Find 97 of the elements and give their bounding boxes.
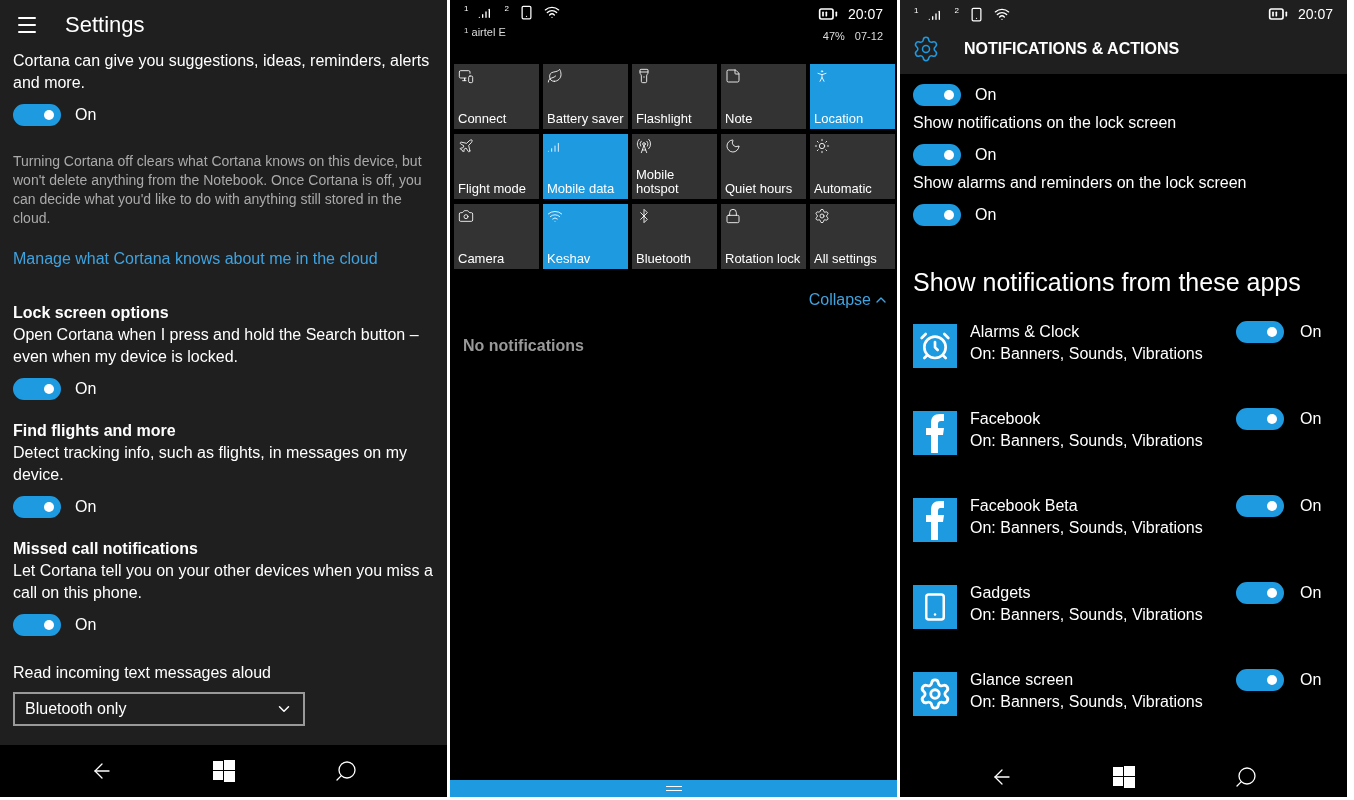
toggle-label: On (975, 86, 997, 104)
description-text: Open Cortana when I press and hold the Search button – even when my device is locked. (13, 325, 420, 367)
toggle-switch[interactable] (913, 84, 961, 106)
quick-action-tile[interactable]: Camera (454, 204, 539, 269)
quick-action-tile[interactable]: Quiet hours (721, 134, 806, 199)
toggle-switch[interactable] (1236, 408, 1284, 430)
facebook-logo-icon (925, 500, 945, 540)
toggle-label: On (1300, 323, 1322, 341)
collapse-button[interactable]: Collapse (808, 291, 889, 309)
dropdown[interactable]: Bluetooth only (13, 692, 305, 726)
field-label: Read incoming text messages aloud (13, 663, 272, 683)
sun-icon (814, 138, 830, 154)
toggle-label: On (75, 616, 97, 634)
page-title: NOTIFICATIONS & ACTIONS (964, 40, 1180, 58)
gear-icon (912, 35, 940, 63)
toggle-label: On (1300, 584, 1322, 602)
moon-icon (725, 138, 741, 154)
quick-action-tile[interactable]: Bluetooth (632, 204, 717, 269)
clock-text: 20:07 (1297, 6, 1333, 22)
carrier-text: 1 airtel E (464, 26, 506, 38)
battery-percent: 47% (822, 30, 845, 42)
wifi-icon (547, 208, 563, 224)
toggle-switch[interactable] (1236, 582, 1284, 604)
camera-icon (458, 208, 474, 224)
note-text: Turning Cortana off clears what Cortana knows on this device, but won't delete anything from the Notebook. Once Cortana is off, you can decide what you'd like to do with anything still stored in the cloud. (13, 152, 423, 228)
app-detail: On: Banners, Sounds, Vibrations (970, 344, 1204, 364)
handle-bar[interactable] (450, 780, 897, 797)
flashlight-icon (636, 68, 652, 84)
toggle-switch[interactable] (913, 204, 961, 226)
section-heading: Missed call notifications (13, 539, 199, 559)
section-heading: Show notifications from these apps (913, 268, 1302, 297)
antenna-icon (636, 138, 652, 154)
app-detail: On: Banners, Sounds, Vibrations (970, 431, 1204, 451)
app-name: Facebook Beta (970, 496, 1079, 516)
toggle-label: On (75, 380, 97, 398)
toggle-switch[interactable] (13, 104, 61, 126)
page-title: Settings (65, 12, 145, 38)
quick-action-tile[interactable]: Rotation lock (721, 204, 806, 269)
windows-icon[interactable] (1112, 765, 1135, 788)
toggle-switch[interactable] (1236, 495, 1284, 517)
note-icon (725, 68, 741, 84)
description-text: Let Cortana tell you on your other devices when you miss a call on this phone. (13, 561, 434, 603)
description-text: Detect tracking info, such as flights, in messages on my device. (13, 443, 408, 485)
app-name: Facebook (970, 409, 1042, 429)
app-name: Glance screen (970, 670, 1075, 690)
toggle-switch[interactable] (13, 614, 61, 636)
description-text: Cortana can give you suggestions, ideas, reminders, alerts and more. (13, 51, 431, 93)
section-heading: Find flights and more (13, 421, 177, 441)
phone-icon (968, 6, 984, 22)
quick-action-tile[interactable]: Flashlight (632, 64, 717, 129)
clock-text: 20:07 (847, 6, 883, 22)
empty-message: No notifications (463, 337, 585, 355)
toggle-switch[interactable] (1236, 669, 1284, 691)
quick-action-tile[interactable]: Note (721, 64, 806, 129)
lock-icon (725, 208, 741, 224)
settings-icon (814, 208, 830, 224)
manage-link[interactable]: Manage what Cortana knows about me in the cloud (13, 248, 434, 270)
alarm-clock-icon (919, 330, 951, 362)
quick-action-tile[interactable]: All settings (810, 204, 895, 269)
wifi-icon (543, 4, 560, 20)
app-name: Alarms & Clock (970, 322, 1081, 342)
app-detail: On: Banners, Sounds, Vibrations (970, 605, 1204, 625)
person-icon (814, 68, 830, 84)
toggle-label: On (975, 206, 997, 224)
devices-icon (458, 68, 474, 84)
quick-action-tile[interactable]: Battery saver (543, 64, 628, 129)
date-text: 07-12 (854, 30, 883, 42)
sim-number: 2 (504, 4, 509, 15)
sim-number: 2 (954, 6, 959, 17)
description-text: Show alarms and reminders on the lock screen (913, 173, 1248, 193)
quick-action-tile[interactable]: Connect (454, 64, 539, 129)
description-text: Show notifications on the lock screen (913, 113, 1178, 133)
quick-action-tile[interactable]: Automatic (810, 134, 895, 199)
facebook-logo-icon (925, 413, 945, 453)
app-detail: On: Banners, Sounds, Vibrations (970, 692, 1204, 712)
toggle-label: On (75, 498, 97, 516)
toggle-label: On (1300, 671, 1322, 689)
leaf-icon (547, 68, 563, 84)
toggle-switch[interactable] (913, 144, 961, 166)
sim-number: 1 (914, 6, 919, 17)
quick-action-tile[interactable]: Flight mode (454, 134, 539, 199)
toggle-switch[interactable] (1236, 321, 1284, 343)
windows-icon[interactable] (212, 760, 235, 782)
app-name: Gadgets (970, 583, 1032, 603)
toggle-label: On (1300, 497, 1322, 515)
toggle-switch[interactable] (13, 378, 61, 400)
toggle-switch[interactable] (13, 496, 61, 518)
quick-action-tile[interactable]: Mobile hotspot (632, 134, 717, 199)
airplane-icon (458, 138, 474, 154)
app-detail: On: Banners, Sounds, Vibrations (970, 518, 1204, 538)
section-heading: Lock screen options (13, 303, 170, 323)
sim-number: 1 (464, 4, 469, 15)
toggle-label: On (975, 146, 997, 164)
toggle-label: On (75, 106, 97, 124)
phone-icon (518, 4, 534, 20)
wifi-icon (993, 6, 1010, 22)
toggle-label: On (1300, 410, 1322, 428)
